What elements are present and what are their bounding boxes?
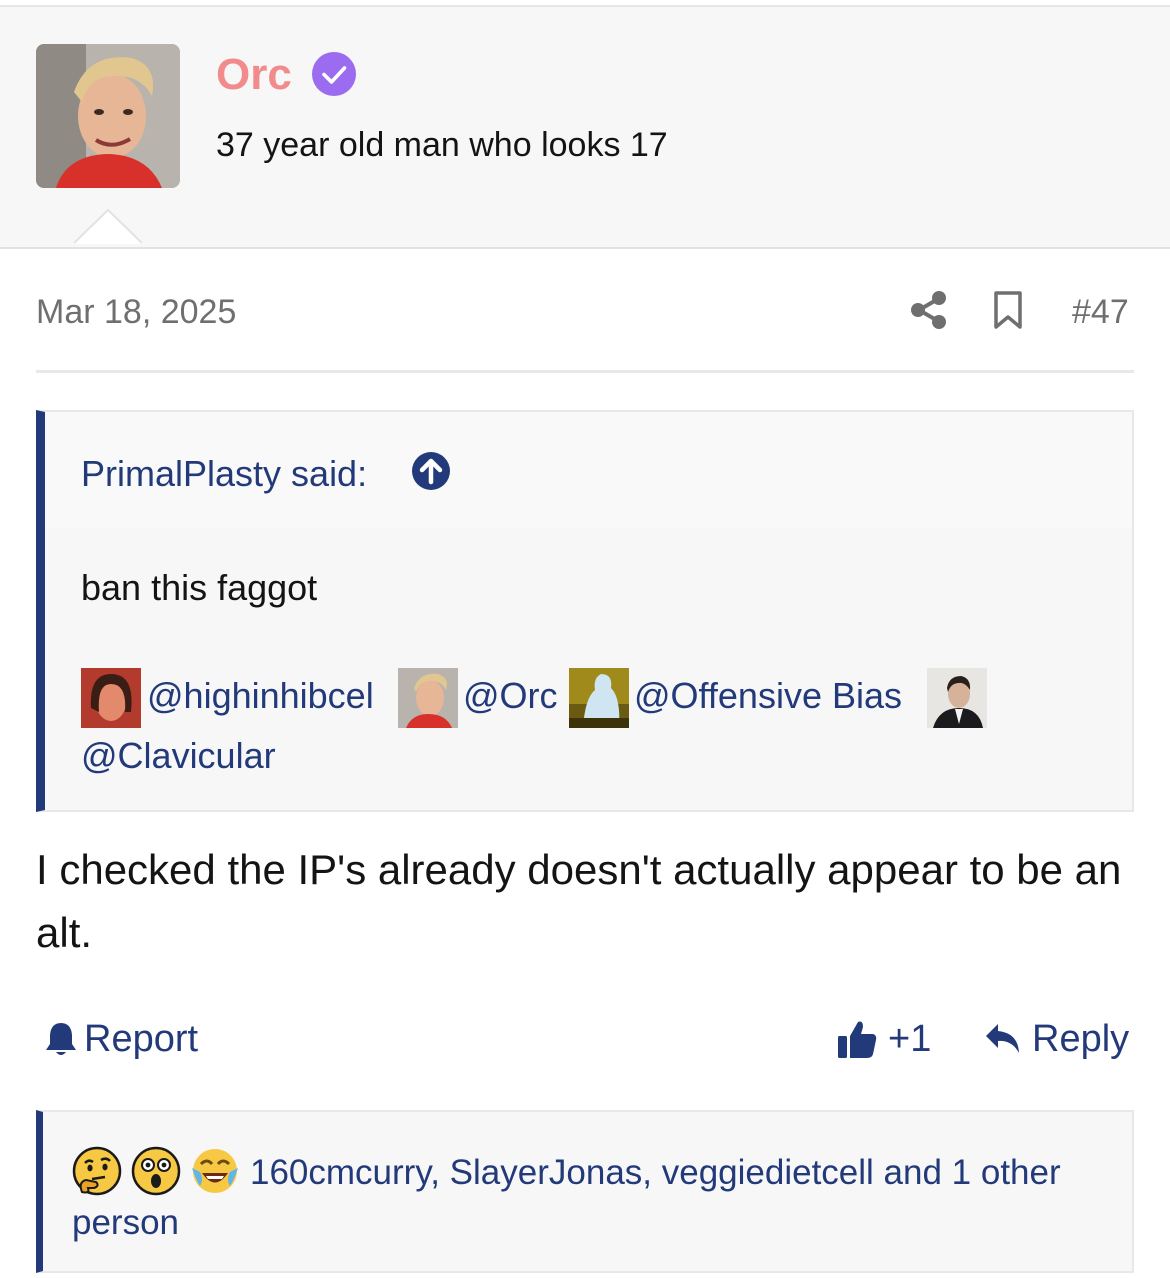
quote-attribution[interactable]: PrimalPlasty said: <box>81 452 367 495</box>
like-button[interactable]: +1 <box>836 1016 931 1062</box>
like-count: +1 <box>888 1017 932 1060</box>
thumbs-up-icon <box>838 1021 877 1058</box>
report-label: Report <box>84 1017 199 1060</box>
author-name[interactable]: Orc <box>216 53 292 97</box>
author-avatar[interactable] <box>36 44 180 188</box>
mention-avatar <box>81 668 141 728</box>
mention-link[interactable]: @Orc <box>463 674 558 717</box>
reply-button[interactable]: Reply <box>984 1016 1129 1062</box>
mention-avatar <box>927 668 987 728</box>
header-pointer <box>74 209 142 244</box>
arrow-up-circle-icon[interactable] <box>411 451 451 491</box>
bell-icon <box>46 1023 76 1055</box>
reply-arrow-icon <box>986 1024 1019 1053</box>
user-title: 37 year old man who looks 17 <box>216 126 668 164</box>
post-permalink-number[interactable]: #47 <box>1072 292 1129 333</box>
post-body: I checked the IP's already doesn't actua… <box>36 846 1122 956</box>
reactions-summary[interactable]: 160cmcurry, SlayerJonas, veggiedietcell … <box>72 1148 1132 1248</box>
quote-text: ban this faggot <box>81 567 318 608</box>
reply-label: Reply <box>1032 1017 1130 1060</box>
mention-avatar <box>569 668 629 728</box>
mention-link[interactable]: @Clavicular <box>81 734 276 777</box>
report-link[interactable]: Report <box>44 1016 198 1062</box>
mention-avatar <box>398 668 458 728</box>
mention-link[interactable]: @Offensive Bias <box>634 674 902 717</box>
share-icon[interactable] <box>910 290 948 330</box>
mention-link[interactable]: @highinhibcel <box>147 674 374 717</box>
verified-check-icon <box>312 52 356 96</box>
bookmark-icon[interactable] <box>992 290 1024 330</box>
author-header: Orc 37 year old man who looks 17 <box>0 7 1170 249</box>
meta-divider <box>36 370 1134 373</box>
quote-block: PrimalPlasty said: ban this faggot @high… <box>36 410 1134 812</box>
reactions-bar[interactable]: 160cmcurry, SlayerJonas, veggiedietcell … <box>36 1110 1134 1273</box>
quote-header: PrimalPlasty said: <box>45 412 1132 528</box>
post-date[interactable]: Mar 18, 2025 <box>36 292 236 333</box>
